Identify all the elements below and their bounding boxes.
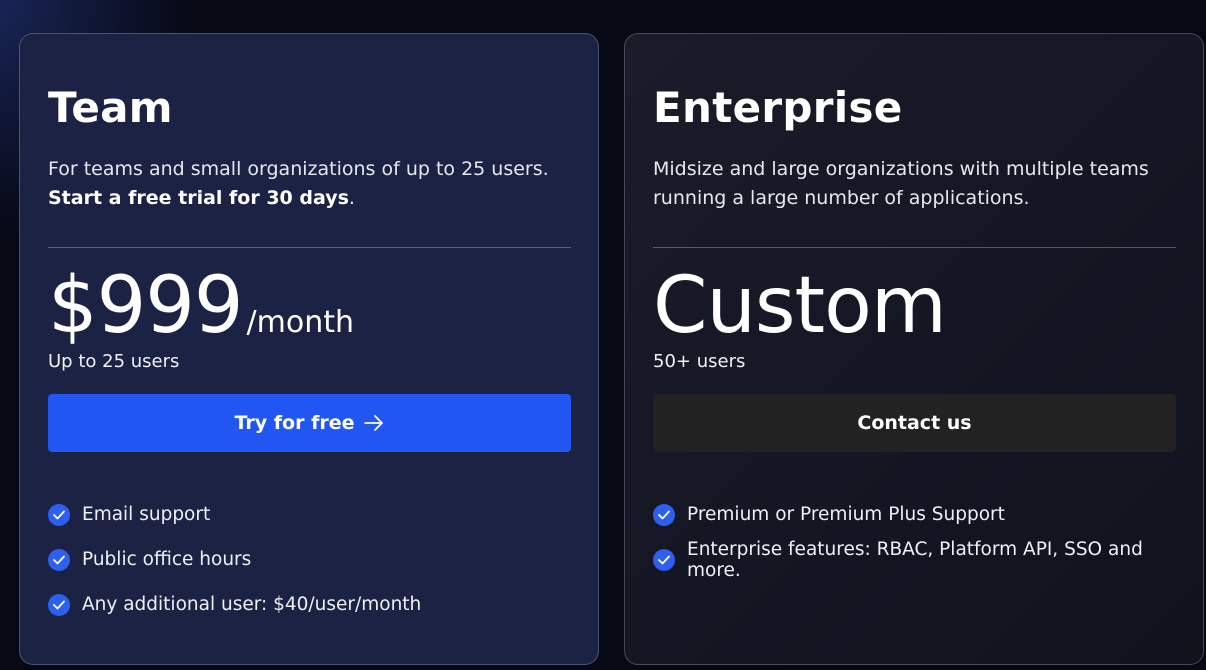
feature-text: Email support — [82, 504, 211, 525]
price-amount: Custom — [653, 261, 947, 351]
try-for-free-button[interactable]: Try for free — [48, 394, 571, 452]
feature-list: Email support Public office hours Any ad… — [48, 492, 570, 627]
contact-us-button[interactable]: Contact us — [653, 394, 1176, 452]
plan-title: Enterprise — [653, 83, 903, 132]
price-period: /month — [246, 305, 354, 340]
free-trial-highlight: Start a free trial for 30 days — [48, 187, 349, 209]
feature-item: Any additional user: $40/user/month — [48, 582, 570, 627]
user-limit: 50+ users — [653, 351, 746, 372]
price-amount: $999 — [48, 261, 244, 351]
feature-list: Premium or Premium Plus Support Enterpri… — [653, 492, 1175, 582]
plan-description: Midsize and large organizations with mul… — [653, 158, 1149, 209]
user-limit: Up to 25 users — [48, 351, 180, 372]
team-plan-card: Team For teams and small organizations o… — [19, 33, 599, 665]
feature-text: Any additional user: $40/user/month — [82, 594, 422, 615]
feature-text: Enterprise features: RBAC, Platform API,… — [687, 538, 1143, 581]
check-circle-icon — [653, 503, 675, 526]
arrow-right-icon — [364, 415, 384, 431]
feature-text: Premium or Premium Plus Support — [687, 504, 1005, 525]
price-row: $999 /month — [48, 264, 570, 348]
enterprise-plan-card: Enterprise Midsize and large organizatio… — [624, 33, 1204, 665]
check-circle-icon — [48, 548, 70, 571]
check-circle-icon — [48, 593, 70, 616]
feature-item: Email support — [48, 492, 570, 537]
feature-text: Public office hours — [82, 549, 252, 570]
feature-item: Enterprise features: RBAC, Platform API,… — [653, 537, 1175, 582]
plan-title: Team — [48, 83, 173, 132]
divider — [653, 247, 1176, 248]
try-for-free-label: Try for free — [234, 412, 355, 434]
contact-us-label: Contact us — [857, 412, 972, 434]
feature-item: Premium or Premium Plus Support — [653, 492, 1175, 537]
check-circle-icon — [48, 503, 70, 526]
feature-item: Public office hours — [48, 537, 570, 582]
free-trial-highlight-suffix: . — [348, 187, 355, 209]
divider — [48, 247, 571, 248]
plan-description: For teams and small organizations of up … — [48, 155, 568, 219]
price-row: Custom — [653, 264, 1175, 348]
plan-description-text: For teams and small organizations of up … — [48, 158, 549, 180]
check-circle-icon — [653, 548, 675, 571]
